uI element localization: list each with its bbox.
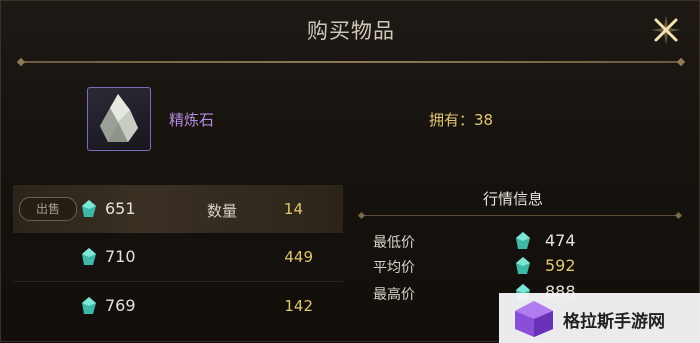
dialog-title: 购买物品 <box>307 19 395 43</box>
stat-label-max: 最高价 <box>373 287 415 303</box>
watermark: 格拉斯手游网 <box>499 293 700 343</box>
gem-currency-icon <box>516 257 530 274</box>
item-name: 精炼石 <box>169 111 215 129</box>
order-quantity: 142 <box>284 297 313 315</box>
item-slot[interactable] <box>87 87 151 151</box>
gem-currency-icon <box>82 248 96 265</box>
order-quantity: 14 <box>283 200 303 218</box>
order-row[interactable]: 710 449 <box>13 233 343 281</box>
close-x-icon[interactable] <box>649 13 683 47</box>
header-divider <box>21 61 681 63</box>
gem-currency-icon <box>516 232 530 249</box>
market-divider <box>361 215 679 216</box>
crystal-stone-icon <box>100 94 138 142</box>
watermark-logo-icon <box>515 301 553 337</box>
order-price: 651 <box>105 199 136 218</box>
owned-count: 拥有：38 <box>429 111 494 129</box>
order-price: 710 <box>105 247 136 266</box>
sell-badge[interactable]: 出售 <box>19 197 77 221</box>
gem-currency-icon <box>82 297 96 314</box>
market-info-title: 行情信息 <box>483 190 544 208</box>
quantity-label: 数量 <box>207 202 238 220</box>
gem-currency-icon <box>82 200 96 217</box>
order-quantity: 449 <box>284 248 313 266</box>
stat-label-min: 最低价 <box>373 235 415 251</box>
order-row[interactable]: 出售 651 数量 14 <box>13 185 343 233</box>
order-price: 769 <box>105 296 136 315</box>
stat-label-avg: 平均价 <box>373 260 415 276</box>
stat-value-min: 474 <box>545 231 576 250</box>
purchase-dialog: 购买物品 精炼石 拥有：38 出售 651 数量 14 710 449 769 … <box>0 0 700 343</box>
stat-value-avg: 592 <box>545 256 576 275</box>
order-row[interactable]: 769 142 <box>13 282 343 330</box>
watermark-text: 格拉斯手游网 <box>563 312 665 332</box>
